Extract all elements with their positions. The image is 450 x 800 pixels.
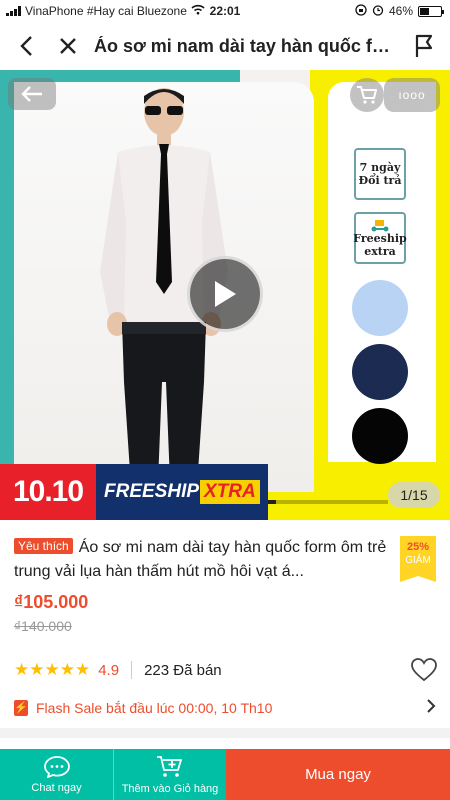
side-info-panel: 7 ngày Đổi trả Freeship extra <box>328 82 436 464</box>
divider <box>131 661 133 679</box>
freeship-badge-line1: Freeship <box>353 231 407 245</box>
battery-icon <box>418 5 444 17</box>
chevron-left-icon <box>20 36 32 56</box>
battery-percent: 46% <box>388 4 413 18</box>
color-swatch-black <box>352 408 408 464</box>
freeship-badge-line2: extra <box>364 245 396 258</box>
frame-accent <box>0 70 14 520</box>
more-icon: ıooo <box>398 88 426 102</box>
chat-label: Chat ngay <box>31 781 82 794</box>
flag-icon <box>415 34 433 57</box>
return-badge-line1: 7 ngày <box>359 160 401 174</box>
return-policy-badge: 7 ngày Đổi trả <box>354 148 406 200</box>
chat-icon <box>43 755 70 778</box>
add-cart-label: Thêm vào Giỏ hàng <box>121 782 219 795</box>
discount-badge: 25% GIẢM <box>400 536 436 582</box>
favorite-button[interactable] <box>410 656 438 684</box>
freeship-xtra-label: FREESHIP XTRA <box>96 464 268 520</box>
gallery-progress-bar <box>268 500 388 504</box>
discount-percent: 25% <box>406 541 430 553</box>
scooter-icon <box>371 219 389 232</box>
rating-stars: ★★★★★ <box>14 660 91 679</box>
freeship-badge: Freeship extra <box>353 212 407 264</box>
buy-now-button[interactable]: Mua ngay <box>226 749 450 800</box>
original-price: ₫140.000 <box>14 618 72 634</box>
play-video-button[interactable] <box>187 256 263 332</box>
bottom-action-bar: Chat ngay Thêm vào Giỏ hàng Mua ngay <box>0 749 450 800</box>
close-button[interactable] <box>52 30 84 62</box>
section-divider <box>0 728 450 738</box>
xtra-text: XTRA <box>200 480 260 504</box>
cart-icon <box>357 86 377 104</box>
page-title: Áo sơ mi nam dài tay hàn quốc form ôm tr… <box>94 35 398 56</box>
color-swatch-navy <box>352 344 408 400</box>
chat-button[interactable]: Chat ngay <box>0 749 113 800</box>
rating-row: ★★★★★ 4.9 223 Đã bán <box>14 656 438 684</box>
flash-sale-row[interactable]: ⚡ Flash Sale bắt đầu lúc 00:00, 10 Th10 <box>14 696 438 720</box>
alarm-icon <box>372 4 384 19</box>
return-badge-line2: Đổi trả <box>358 174 402 187</box>
discount-label: GIẢM <box>405 555 431 566</box>
back-button[interactable] <box>10 30 42 62</box>
buy-now-label: Mua ngay <box>305 766 371 783</box>
close-icon <box>60 38 76 54</box>
add-to-cart-button[interactable]: Thêm vào Giỏ hàng <box>113 749 226 800</box>
current-price: ₫105.000 <box>14 592 89 612</box>
rating-value: 4.9 <box>98 661 120 679</box>
gallery-back-button[interactable] <box>8 78 56 110</box>
product-photo <box>14 82 314 520</box>
image-counter: 1/15 <box>388 482 440 508</box>
arrow-left-icon <box>21 86 42 102</box>
sold-count: 223 Đã bán <box>144 661 222 679</box>
product-image-gallery[interactable]: 7 ngày Đổi trả Freeship extra ıooo 10.10… <box>0 70 450 520</box>
gallery-more-button[interactable]: ıooo <box>384 78 440 112</box>
lightning-icon: ⚡ <box>14 700 28 716</box>
add-cart-icon <box>157 755 182 777</box>
gallery-cart-button[interactable] <box>350 78 384 112</box>
product-title-block: Yêu thích Áo sơ mi nam dài tay hàn quốc f… <box>14 536 394 584</box>
status-bar: VinaPhone #Hay cai Bluezone 22:01 46% <box>0 0 450 22</box>
flash-sale-text: Flash Sale bắt đầu lúc 00:00, 10 Th10 <box>36 700 273 716</box>
rotation-lock-icon <box>355 3 367 19</box>
model-figure <box>100 88 228 520</box>
promo-date: 10.10 <box>0 464 96 520</box>
color-swatch-light-blue <box>352 280 408 336</box>
play-icon <box>215 281 236 307</box>
freeship-text: FREESHIP <box>104 481 200 502</box>
favorite-tag: Yêu thích <box>14 538 73 554</box>
promo-banner: 10.10 FREESHIP XTRA <box>0 464 450 520</box>
heart-icon <box>411 658 437 682</box>
nav-bar: Áo sơ mi nam dài tay hàn quốc form ôm tr… <box>0 22 450 70</box>
report-button[interactable] <box>408 30 440 62</box>
chevron-right-icon <box>426 698 436 717</box>
